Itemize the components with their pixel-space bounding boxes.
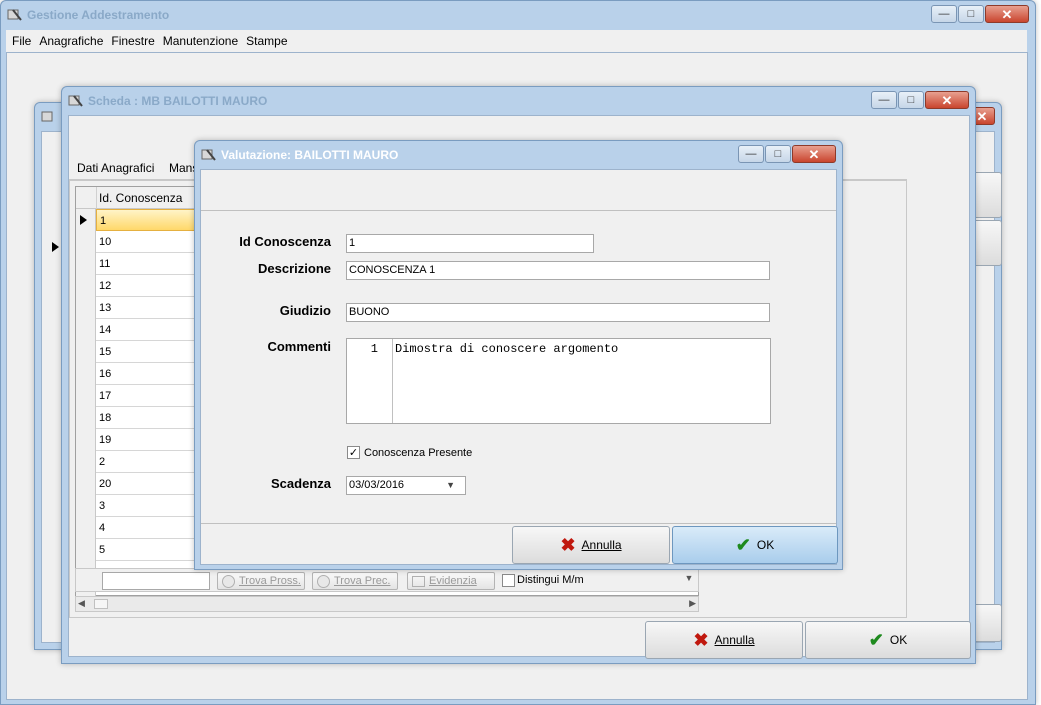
close-button[interactable]: ✕	[985, 5, 1029, 23]
row-selector-column	[76, 209, 96, 597]
column-header-id-conoscenza[interactable]: Id. Conoscenza	[96, 187, 182, 209]
find-next-label: Trova Pross.	[239, 575, 301, 587]
red-x-icon: ✖	[560, 535, 576, 555]
dialog-ok-label: OK	[756, 538, 775, 552]
dialog-cancel-label: Annulla	[581, 538, 622, 552]
find-next-button[interactable]: Trova Pross.	[217, 572, 305, 590]
conoscenza-presente-label: Conoscenza Presente	[364, 447, 473, 459]
chevron-down-icon[interactable]: ▼	[446, 477, 455, 494]
highlight-label: Evidenzia	[429, 575, 477, 587]
descrizione-field[interactable]: CONOSCENZA 1	[346, 261, 770, 280]
menu-anagrafiche[interactable]: Anagrafiche	[35, 34, 107, 48]
highlight-icon	[412, 575, 425, 587]
dialog-cancel-button[interactable]: ✖ Annulla	[512, 526, 670, 564]
menu-finestre[interactable]: Finestre	[107, 34, 158, 48]
scadenza-value: 03/03/2016	[349, 479, 405, 491]
giudizio-field[interactable]: BUONO	[346, 303, 770, 322]
dropdown-arrow-icon[interactable]: ▼	[682, 573, 696, 589]
menubar: File Anagrafiche Finestre Manutenzione S…	[6, 30, 1027, 52]
id-conoscenza-field[interactable]: 1	[346, 234, 594, 253]
case-sensitive-label: Distingui M/m	[517, 574, 584, 586]
scroll-right-icon[interactable]: ▶	[689, 598, 696, 609]
green-check-icon: ✔	[735, 535, 751, 555]
scheda-cancel-button[interactable]: ✖ Annulla	[645, 621, 803, 659]
scroll-thumb[interactable]	[94, 599, 108, 609]
maximize-button[interactable]: □	[898, 91, 924, 109]
close-button[interactable]: ✕	[792, 145, 836, 163]
dialog-controls: — □ ✕	[737, 145, 836, 163]
menu-manutenzione[interactable]: Manutenzione	[159, 34, 242, 48]
minimize-button[interactable]: —	[871, 91, 897, 109]
green-check-icon: ✔	[868, 630, 884, 650]
commenti-memo[interactable]: 1 Dimostra di conoscere argomento	[346, 338, 771, 424]
red-x-icon: ✖	[693, 630, 709, 650]
find-prev-button[interactable]: Trova Prec.	[312, 572, 398, 590]
highlight-button[interactable]: Evidenzia	[407, 572, 495, 590]
maximize-button[interactable]: □	[958, 5, 984, 23]
descrizione-label: Descrizione	[258, 261, 331, 276]
scheda-ok-button[interactable]: ✔ OK	[805, 621, 971, 659]
case-sensitive-checkbox[interactable]	[502, 574, 515, 587]
up-arrow-icon	[317, 574, 330, 588]
id-conoscenza-label: Id Conoscenza	[239, 234, 331, 249]
scheda-window-title: Scheda : MB BAILOTTI MAURO	[88, 94, 268, 108]
current-row-pointer-icon	[80, 215, 87, 225]
conoscenza-presente-checkbox[interactable]: ✓	[347, 446, 360, 459]
scadenza-label: Scadenza	[271, 476, 331, 491]
find-prev-label: Trova Prec.	[334, 575, 391, 587]
valutazione-dialog: Valutazione: BAILOTTI MAURO — □ ✕ Id Con…	[194, 140, 843, 570]
dialog-client: Id Conoscenza 1 Descrizione CONOSCENZA 1…	[200, 169, 838, 565]
scadenza-date-picker[interactable]: 03/03/2016 ▼	[346, 476, 466, 495]
main-window-controls: — □ ✕	[930, 5, 1029, 23]
menu-file[interactable]: File	[8, 34, 35, 48]
app-logo-icon	[41, 111, 53, 122]
commenti-text: Dimostra di conoscere argomento	[395, 342, 619, 356]
close-button[interactable]: ✕	[925, 91, 969, 109]
line-number: 1	[347, 339, 393, 423]
minimize-button[interactable]: —	[931, 5, 957, 23]
scheda-ok-label: OK	[889, 633, 908, 647]
giudizio-label: Giudizio	[279, 303, 331, 318]
dialog-ok-button[interactable]: ✔ OK	[672, 526, 838, 564]
dialog-header-divider	[201, 210, 836, 211]
background-side-button[interactable]	[972, 172, 1002, 218]
search-input[interactable]	[102, 572, 210, 590]
search-bar: Trova Pross. Trova Prec. Evidenzia Disti…	[75, 568, 699, 592]
background-side-button-2[interactable]	[972, 220, 1002, 266]
scheda-cancel-label: Annulla	[714, 633, 755, 647]
minimize-button[interactable]: —	[738, 145, 764, 163]
down-arrow-icon	[222, 574, 235, 588]
commenti-label: Commenti	[267, 339, 331, 354]
menu-stampe[interactable]: Stampe	[242, 34, 291, 48]
tab-dati-anagrafici[interactable]: Dati Anagrafici	[77, 161, 154, 175]
maximize-button[interactable]: □	[765, 145, 791, 163]
background-bottom-button[interactable]	[972, 604, 1002, 642]
dialog-footer-divider	[201, 523, 836, 524]
row-pointer-icon	[52, 242, 59, 252]
scroll-left-icon[interactable]: ◀	[78, 598, 85, 609]
scheda-window-controls: — □ ✕	[870, 91, 969, 109]
horizontal-scrollbar[interactable]: ◀ ▶	[75, 596, 699, 612]
main-window-title: Gestione Addestramento	[27, 8, 170, 22]
